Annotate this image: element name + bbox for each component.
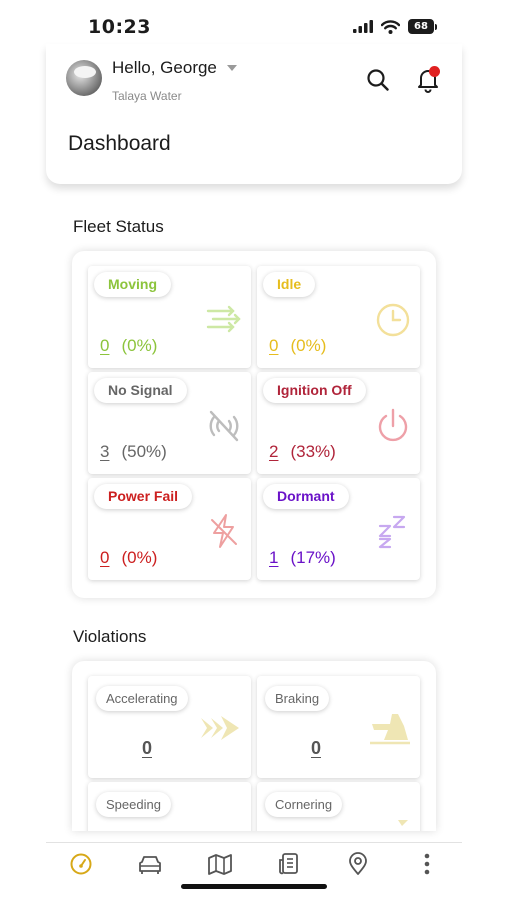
count-link[interactable]: 0 (269, 336, 278, 356)
fleet-card-idle[interactable]: Idle 0 (0%) (257, 266, 420, 368)
search-button[interactable] (364, 66, 392, 94)
violation-label: Cornering (265, 792, 343, 817)
fleet-card-moving[interactable]: Moving 0 (0%) (88, 266, 251, 368)
company-name: Talaya Water (112, 89, 182, 103)
nav-vehicles[interactable] (137, 851, 163, 877)
violation-label: Braking (265, 686, 330, 711)
violation-label: Accelerating (96, 686, 188, 711)
battery-icon: 68 (408, 19, 437, 34)
fleet-card-ignition-off[interactable]: Ignition Off 2 (33%) (257, 372, 420, 474)
caret-down-icon (226, 65, 237, 71)
search-icon (367, 69, 389, 91)
header: Hello, George Talaya Water Dashboard (46, 44, 462, 184)
cornering-icon (398, 820, 408, 826)
violation-label: Speeding (96, 792, 171, 817)
card-count: 3 (50%) (100, 442, 167, 462)
count-percent: (0%) (290, 336, 327, 355)
sleep-zzz-icon (378, 515, 406, 549)
power-fail-bolt-icon (211, 514, 237, 548)
moving-arrows-icon (206, 305, 241, 333)
clock-icon (376, 303, 410, 337)
card-count: 1 (17%) (269, 548, 336, 568)
location-pin-icon (349, 852, 367, 875)
card-label: Moving (94, 272, 171, 297)
status-time: 10:23 (88, 16, 151, 38)
cellular-signal-icon (353, 20, 373, 33)
notifications-button[interactable] (414, 66, 442, 94)
violation-card-cornering[interactable]: Cornering (257, 782, 420, 831)
card-label: Ignition Off (263, 378, 366, 403)
count-percent: (0%) (121, 336, 158, 355)
violation-count[interactable]: 0 (257, 738, 375, 759)
count-link[interactable]: 2 (269, 442, 278, 462)
count-percent: (17%) (290, 548, 336, 567)
count-percent: (0%) (121, 548, 158, 567)
fleet-status-panel: Moving 0 (0%) Idle 0 (0%) No Signal 3 (5… (72, 251, 436, 598)
violations-panel: Accelerating 0 Braking 0 Speeding Corner… (72, 661, 436, 831)
card-label: Idle (263, 272, 316, 297)
vehicle-icon (139, 856, 161, 874)
card-count: 0 (0%) (269, 336, 326, 356)
fleet-card-dormant[interactable]: Dormant 1 (17%) (257, 478, 420, 580)
reports-icon (279, 853, 298, 875)
card-count: 0 (0%) (100, 548, 157, 568)
notification-badge (429, 66, 440, 77)
card-label: Power Fail (94, 484, 193, 509)
battery-level: 68 (408, 19, 434, 34)
violation-count[interactable]: 0 (88, 738, 206, 759)
count-link[interactable]: 1 (269, 548, 278, 568)
power-icon (378, 408, 408, 442)
nav-map[interactable] (207, 851, 233, 877)
no-signal-icon (209, 410, 239, 442)
violation-card-accelerating[interactable]: Accelerating 0 (88, 676, 251, 778)
home-indicator (181, 884, 327, 889)
fleet-card-no-signal[interactable]: No Signal 3 (50%) (88, 372, 251, 474)
page-title: Dashboard (68, 132, 171, 155)
map-icon (208, 854, 232, 875)
avatar[interactable] (66, 60, 102, 96)
account-switcher[interactable]: Hello, George (112, 58, 237, 78)
violation-card-speeding[interactable]: Speeding (88, 782, 251, 831)
fleet-status-title: Fleet Status (73, 217, 164, 236)
dashboard-gauge-icon (70, 853, 92, 875)
violations-title: Violations (73, 627, 147, 646)
fleet-card-power-fail[interactable]: Power Fail 0 (0%) (88, 478, 251, 580)
nav-more[interactable] (414, 851, 440, 877)
bottom-nav (46, 842, 462, 900)
count-link[interactable]: 0 (100, 336, 109, 356)
card-label: No Signal (94, 378, 187, 403)
violation-card-braking[interactable]: Braking 0 (257, 676, 420, 778)
count-link[interactable]: 0 (100, 548, 109, 568)
greeting-text: Hello, George (112, 58, 217, 77)
nav-dashboard[interactable] (68, 851, 94, 877)
wifi-icon (381, 19, 400, 34)
nav-location[interactable] (345, 851, 371, 877)
count-link[interactable]: 3 (100, 442, 109, 462)
card-count: 0 (0%) (100, 336, 157, 356)
count-percent: (33%) (290, 442, 336, 461)
count-percent: (50%) (121, 442, 167, 461)
card-count: 2 (33%) (269, 442, 336, 462)
status-icons: 68 (353, 19, 437, 34)
nav-reports[interactable] (276, 851, 302, 877)
more-dots-icon (424, 853, 430, 875)
card-label: Dormant (263, 484, 349, 509)
